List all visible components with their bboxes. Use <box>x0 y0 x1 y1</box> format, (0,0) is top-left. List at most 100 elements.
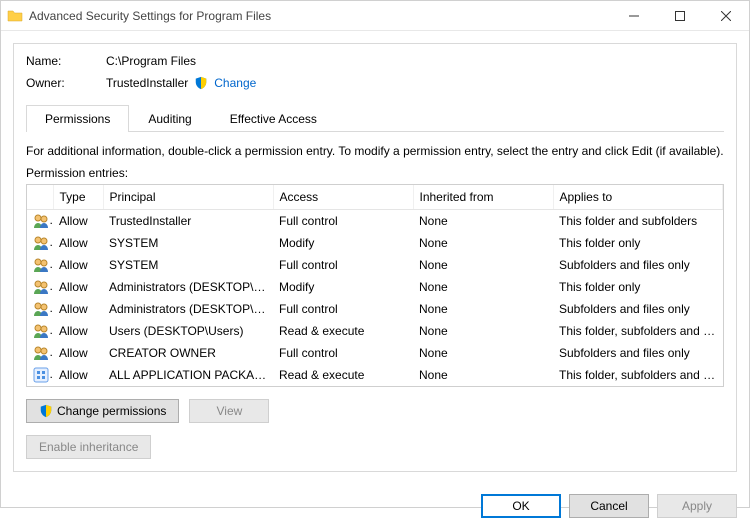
action-button-row: Change permissions View <box>26 399 724 423</box>
row-inherited: None <box>413 342 553 364</box>
users-icon <box>33 323 49 339</box>
security-settings-window: Advanced Security Settings for Program F… <box>0 0 750 508</box>
row-inherited: None <box>413 364 553 386</box>
main-panel: Name: C:\Program Files Owner: TrustedIns… <box>13 43 737 472</box>
row-principal: ALL APPLICATION PACKAGES <box>103 364 273 386</box>
row-access: Modify <box>273 232 413 254</box>
row-applies: This folder, subfolders and files <box>553 364 723 386</box>
row-icon-cell <box>27 320 53 342</box>
row-applies: Subfolders and files only <box>553 298 723 320</box>
row-principal: Users (DESKTOP\Users) <box>103 320 273 342</box>
table-row[interactable]: AllowSYSTEMFull controlNoneSubfolders an… <box>27 254 723 276</box>
row-type: Allow <box>53 320 103 342</box>
users-icon <box>33 345 49 361</box>
row-access: Read & execute <box>273 320 413 342</box>
row-inherited: None <box>413 298 553 320</box>
content-area: Name: C:\Program Files Owner: TrustedIns… <box>1 31 749 484</box>
row-icon-cell <box>27 254 53 276</box>
enable-inheritance-button[interactable]: Enable inheritance <box>26 435 151 459</box>
row-access: Modify <box>273 276 413 298</box>
dialog-footer: OK Cancel Apply <box>1 484 749 528</box>
col-icon[interactable] <box>27 185 53 210</box>
row-type: Allow <box>53 298 103 320</box>
users-icon <box>33 301 49 317</box>
titlebar: Advanced Security Settings for Program F… <box>1 1 749 31</box>
row-principal: TrustedInstaller <box>103 210 273 233</box>
row-inherited: None <box>413 254 553 276</box>
tab-auditing[interactable]: Auditing <box>129 105 210 132</box>
row-principal: CREATOR OWNER <box>103 342 273 364</box>
tab-effective-access[interactable]: Effective Access <box>211 105 336 132</box>
change-permissions-button[interactable]: Change permissions <box>26 399 179 423</box>
row-access: Full control <box>273 298 413 320</box>
row-principal: SYSTEM <box>103 254 273 276</box>
change-owner-link[interactable]: Change <box>214 76 256 90</box>
users-icon <box>33 257 49 273</box>
permission-table: Type Principal Access Inherited from App… <box>27 185 723 386</box>
row-inherited: None <box>413 210 553 233</box>
row-icon-cell <box>27 210 53 233</box>
table-row[interactable]: AllowUsers (DESKTOP\Users)Read & execute… <box>27 320 723 342</box>
owner-value: TrustedInstaller <box>106 76 188 90</box>
row-icon-cell <box>27 342 53 364</box>
row-access: Full control <box>273 342 413 364</box>
owner-row: Owner: TrustedInstaller Change <box>26 76 724 90</box>
info-text: For additional information, double-click… <box>26 144 724 158</box>
row-applies: This folder, subfolders and files <box>553 320 723 342</box>
col-principal[interactable]: Principal <box>103 185 273 210</box>
name-value: C:\Program Files <box>106 54 196 68</box>
row-inherited: None <box>413 232 553 254</box>
name-row: Name: C:\Program Files <box>26 54 724 68</box>
table-row[interactable]: AllowAdministrators (DESKTOP\Ad...Full c… <box>27 298 723 320</box>
row-applies: Subfolders and files only <box>553 342 723 364</box>
row-icon-cell <box>27 298 53 320</box>
users-icon <box>33 235 49 251</box>
folder-icon <box>7 8 23 24</box>
row-applies: This folder only <box>553 232 723 254</box>
close-button[interactable] <box>703 1 749 31</box>
row-icon-cell <box>27 232 53 254</box>
col-inherited[interactable]: Inherited from <box>413 185 553 210</box>
table-header-row: Type Principal Access Inherited from App… <box>27 185 723 210</box>
apply-button[interactable]: Apply <box>657 494 737 518</box>
shield-icon <box>39 404 53 418</box>
row-access: Full control <box>273 254 413 276</box>
row-type: Allow <box>53 210 103 233</box>
col-applies[interactable]: Applies to <box>553 185 723 210</box>
row-principal: Administrators (DESKTOP\Ad... <box>103 298 273 320</box>
row-applies: This folder only <box>553 276 723 298</box>
row-access: Read & execute <box>273 364 413 386</box>
row-type: Allow <box>53 276 103 298</box>
col-type[interactable]: Type <box>53 185 103 210</box>
window-title: Advanced Security Settings for Program F… <box>29 9 611 23</box>
tab-strip: Permissions Auditing Effective Access <box>26 104 724 132</box>
minimize-button[interactable] <box>611 1 657 31</box>
app-package-icon <box>33 367 49 383</box>
permission-entries-label: Permission entries: <box>26 166 724 180</box>
col-access[interactable]: Access <box>273 185 413 210</box>
table-row[interactable]: AllowTrustedInstallerFull controlNoneThi… <box>27 210 723 233</box>
table-row[interactable]: AllowAdministrators (DESKTOP\Ad...Modify… <box>27 276 723 298</box>
window-controls <box>611 1 749 31</box>
tab-permissions[interactable]: Permissions <box>26 105 129 132</box>
row-principal: Administrators (DESKTOP\Ad... <box>103 276 273 298</box>
table-row[interactable]: AllowCREATOR OWNERFull controlNoneSubfol… <box>27 342 723 364</box>
cancel-button[interactable]: Cancel <box>569 494 649 518</box>
row-principal: SYSTEM <box>103 232 273 254</box>
table-row[interactable]: AllowALL APPLICATION PACKAGESRead & exec… <box>27 364 723 386</box>
change-permissions-label: Change permissions <box>57 404 166 418</box>
table-row[interactable]: AllowSYSTEMModifyNoneThis folder only <box>27 232 723 254</box>
row-type: Allow <box>53 254 103 276</box>
row-type: Allow <box>53 342 103 364</box>
name-label: Name: <box>26 54 106 68</box>
row-inherited: None <box>413 276 553 298</box>
view-button[interactable]: View <box>189 399 269 423</box>
users-icon <box>33 279 49 295</box>
row-access: Full control <box>273 210 413 233</box>
maximize-button[interactable] <box>657 1 703 31</box>
users-icon <box>33 213 49 229</box>
row-applies: Subfolders and files only <box>553 254 723 276</box>
inheritance-row: Enable inheritance <box>26 435 724 459</box>
row-type: Allow <box>53 364 103 386</box>
ok-button[interactable]: OK <box>481 494 561 518</box>
